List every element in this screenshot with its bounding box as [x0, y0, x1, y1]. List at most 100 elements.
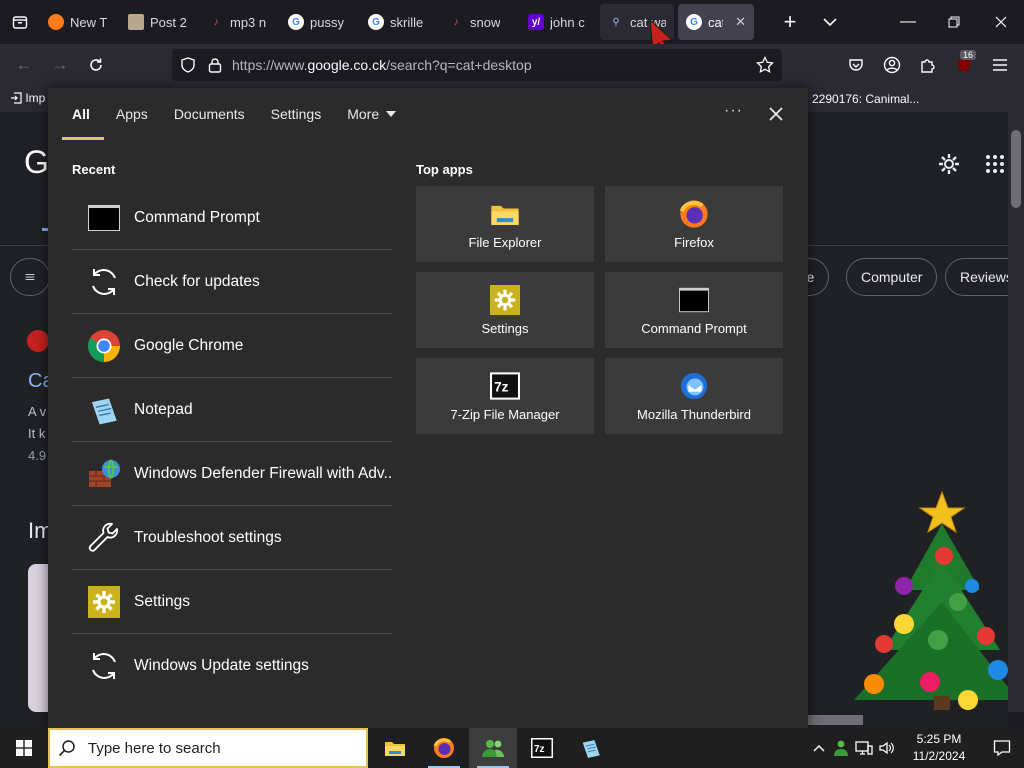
- new-tab-button[interactable]: +: [770, 4, 810, 40]
- action-center-button[interactable]: [980, 728, 1024, 768]
- search-scope-tabs: All Apps Documents Settings More: [48, 88, 808, 140]
- minimize-button[interactable]: —: [885, 0, 931, 44]
- forward-button[interactable]: →: [42, 49, 78, 81]
- top-app-tile[interactable]: Firefox: [605, 186, 783, 262]
- tab-more[interactable]: More: [347, 88, 397, 140]
- options-ellipsis-button[interactable]: ···: [724, 102, 743, 120]
- bookmark-import[interactable]: Imp: [10, 91, 45, 105]
- volume-icon[interactable]: [878, 740, 896, 756]
- bookmark-canimal[interactable]: 2290176: Canimal...: [812, 92, 919, 106]
- browser-tab[interactable]: Gcat ✕: [678, 4, 754, 40]
- close-panel-button[interactable]: [763, 101, 789, 127]
- recent-item-label: Notepad: [134, 400, 193, 418]
- settings-gear-icon[interactable]: [937, 152, 961, 176]
- browser-tab[interactable]: Post 2: [120, 4, 196, 40]
- tab-title: New T: [70, 14, 108, 30]
- browser-tab[interactable]: ♪ snow: [440, 4, 516, 40]
- url-text[interactable]: https://www.google.co.ck/search?q=cat+de…: [232, 57, 532, 73]
- horizontal-scrollbar-thumb[interactable]: [808, 715, 863, 725]
- reload-button[interactable]: [78, 49, 114, 81]
- notification-icon: [993, 740, 1011, 757]
- tab-documents[interactable]: Documents: [174, 88, 245, 140]
- addon-badge-button[interactable]: 16: [948, 49, 980, 81]
- top-app-tile[interactable]: Command Prompt: [605, 272, 783, 348]
- browser-tab[interactable]: ♪ mp3 n: [200, 4, 276, 40]
- chip-label: Computer: [861, 269, 923, 285]
- cmd-icon: [86, 200, 122, 236]
- taskbar-7zip[interactable]: 7z: [518, 728, 566, 768]
- wrench-icon: [86, 520, 122, 556]
- taskbar-file-explorer[interactable]: [371, 728, 419, 768]
- people-tray-icon[interactable]: [832, 739, 850, 757]
- account-button[interactable]: [876, 49, 908, 81]
- recent-item[interactable]: Troubleshoot settings: [72, 506, 392, 570]
- recent-item[interactable]: Notepad: [72, 378, 392, 442]
- close-tab-icon[interactable]: ✕: [735, 14, 746, 30]
- notepad-icon: [582, 740, 600, 758]
- browser-tab[interactable]: Gpussy: [280, 4, 356, 40]
- recent-item[interactable]: Check for updates: [72, 250, 392, 314]
- google-apps-grid-icon[interactable]: [985, 154, 1005, 174]
- recent-item[interactable]: Command Prompt: [72, 186, 392, 250]
- list-all-tabs-button[interactable]: [810, 4, 850, 40]
- recent-item[interactable]: Windows Update settings: [72, 634, 392, 698]
- taskbar-search-input[interactable]: Type here to search: [48, 728, 368, 768]
- top-app-tile[interactable]: 7z 7-Zip File Manager: [416, 358, 594, 434]
- show-hidden-icons-button[interactable]: [810, 744, 828, 752]
- google-icon: G: [368, 14, 384, 30]
- lock-icon: [208, 58, 222, 73]
- bookmark-label: Imp: [25, 91, 46, 105]
- navigation-toolbar: ← → https://www.google.co.ck/search?q=ca…: [0, 44, 1024, 86]
- browser-tab[interactable]: Gskrille: [360, 4, 436, 40]
- back-button[interactable]: ←: [6, 49, 42, 81]
- system-tray: [810, 728, 896, 768]
- start-button[interactable]: [0, 728, 48, 768]
- network-icon[interactable]: [854, 740, 874, 756]
- music-icon: ♪: [213, 16, 219, 28]
- app-menu-button[interactable]: [984, 49, 1016, 81]
- top-app-tile[interactable]: Mozilla Thunderbird: [605, 358, 783, 434]
- tab-settings[interactable]: Settings: [271, 88, 322, 140]
- taskbar-notepad[interactable]: [567, 728, 615, 768]
- top-app-tile[interactable]: Settings: [416, 272, 594, 348]
- url-bar[interactable]: https://www.google.co.ck/search?q=cat+de…: [172, 49, 782, 81]
- close-window-button[interactable]: [978, 0, 1024, 44]
- windows-logo-icon: [16, 740, 32, 756]
- google-icon: G: [686, 14, 702, 30]
- bookmark-star-icon[interactable]: [756, 56, 774, 74]
- recent-item-label: Google Chrome: [134, 336, 244, 354]
- image-thumbnail-fragment[interactable]: [28, 564, 48, 712]
- restore-button[interactable]: [931, 0, 977, 44]
- url-path: /search?q=cat+desktop: [386, 57, 532, 73]
- recent-item-label: Windows Update settings: [134, 657, 309, 674]
- filter-tools-chip[interactable]: [10, 258, 50, 296]
- firefox-view-button[interactable]: [0, 0, 40, 44]
- reload-icon: [90, 58, 102, 71]
- taskbar-firefox[interactable]: [420, 728, 468, 768]
- arrow-left-icon: ←: [15, 55, 33, 74]
- recent-item[interactable]: Windows Defender Firewall with Adv...: [72, 442, 392, 506]
- bookmark-label: 2290176: Canimal...: [812, 92, 920, 106]
- puzzle-icon: [921, 59, 935, 73]
- top-apps-grid: File Explorer Firefox Settings Command Prom…: [416, 186, 784, 434]
- notepad-icon: [86, 392, 122, 428]
- google-logo[interactable]: G: [24, 144, 49, 181]
- top-app-tile[interactable]: File Explorer: [416, 186, 594, 262]
- recent-item[interactable]: Settings: [72, 570, 392, 634]
- pocket-button[interactable]: [840, 49, 872, 81]
- filter-chip-computer[interactable]: Computer: [846, 258, 938, 296]
- taskbar-people-app[interactable]: [469, 728, 517, 768]
- extensions-button[interactable]: [912, 49, 944, 81]
- tab-strip: New T Post 2 ♪ mp3 n Gpussy Gskrille ♪ snow y/jo…: [0, 0, 1024, 44]
- browser-tab[interactable]: y/john c: [520, 4, 596, 40]
- recent-item[interactable]: Google Chrome: [72, 314, 392, 378]
- taskbar-clock[interactable]: 5:25 PM 11/2/2024: [904, 731, 974, 765]
- tab-title: snow: [470, 14, 501, 30]
- yahoo-icon: y/: [528, 14, 544, 30]
- browser-tab[interactable]: New T: [40, 4, 116, 40]
- tab-all[interactable]: All: [62, 88, 104, 140]
- clock-time: 5:25 PM: [916, 732, 962, 746]
- recent-item-label: Troubleshoot settings: [134, 528, 282, 546]
- page-scrollbar-thumb[interactable]: [1011, 130, 1021, 208]
- tab-apps[interactable]: Apps: [116, 88, 148, 140]
